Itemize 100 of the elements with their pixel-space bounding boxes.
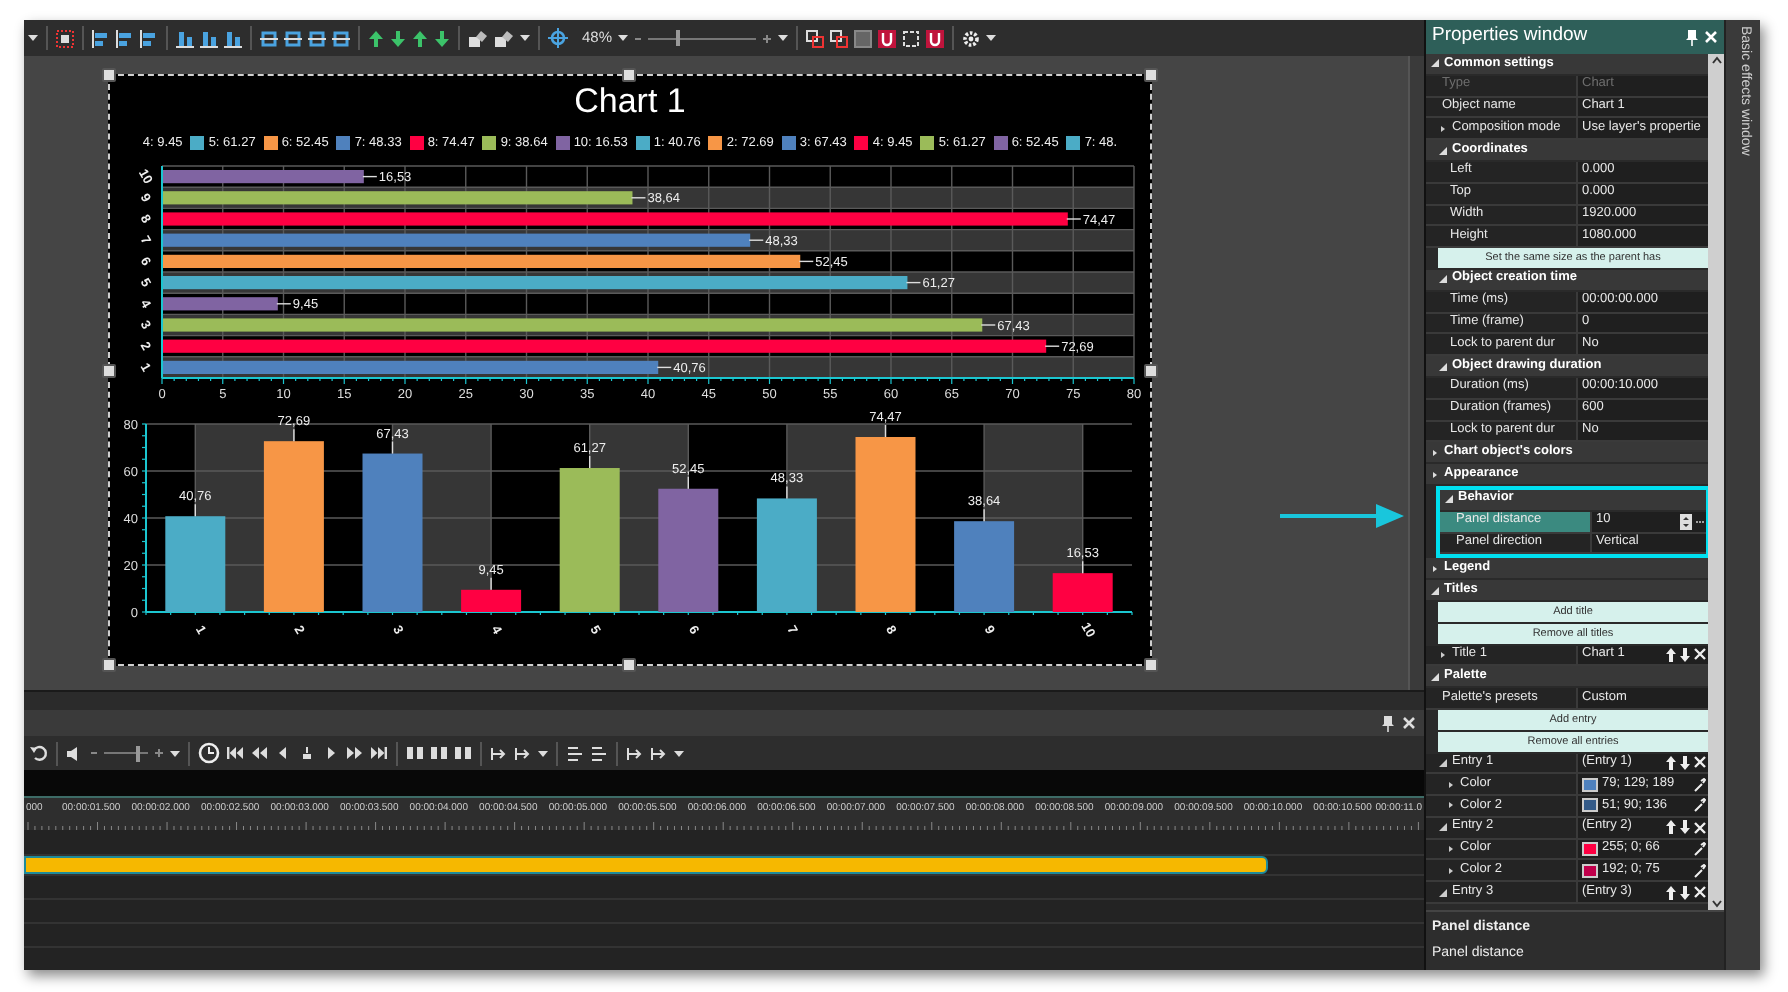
resize-handle[interactable]: [102, 68, 116, 82]
color-swatch[interactable]: [1582, 777, 1598, 792]
delete-icon[interactable]: [1694, 821, 1706, 834]
layers-icon[interactable]: [468, 29, 488, 47]
fast-forward-icon[interactable]: [346, 746, 364, 760]
arrow-down-icon[interactable]: [434, 29, 450, 47]
trim-icon[interactable]: [566, 745, 584, 761]
plus-icon[interactable]: [154, 748, 164, 758]
expand-icon[interactable]: [1446, 800, 1456, 811]
zoom-slider[interactable]: [648, 30, 757, 46]
color-swatch[interactable]: [1582, 863, 1598, 878]
expand-icon[interactable]: [1446, 779, 1456, 790]
align-icon[interactable]: [92, 29, 110, 47]
stop-icon[interactable]: [298, 746, 316, 760]
grid-icon[interactable]: [56, 29, 74, 47]
expand-icon[interactable]: [1438, 123, 1448, 134]
caret-icon[interactable]: [674, 749, 684, 757]
caret-icon[interactable]: [538, 749, 548, 757]
slider-thumb[interactable]: [135, 745, 140, 761]
delete-icon[interactable]: [1694, 648, 1706, 661]
caret-icon[interactable]: [520, 34, 530, 42]
resize-handle[interactable]: [1144, 364, 1158, 378]
magnet-icon[interactable]: [926, 29, 945, 47]
split-icon[interactable]: [454, 746, 472, 760]
align-icon[interactable]: [224, 29, 242, 47]
settings-icon[interactable]: [962, 29, 981, 47]
marker-icon[interactable]: [650, 745, 668, 761]
resize-handle[interactable]: [622, 68, 636, 82]
resize-handle[interactable]: [102, 658, 116, 672]
expand-icon[interactable]: [1430, 563, 1440, 574]
spinner-icon[interactable]: [1680, 513, 1692, 530]
trim-icon[interactable]: [590, 745, 608, 761]
frame-icon[interactable]: [902, 29, 921, 47]
expand-icon[interactable]: [1444, 494, 1454, 505]
minus-icon[interactable]: [634, 35, 643, 41]
move-up-icon[interactable]: [1666, 755, 1676, 770]
magnet-icon[interactable]: [878, 29, 897, 47]
scrollbar[interactable]: [1408, 56, 1424, 690]
expand-icon[interactable]: [1446, 865, 1456, 876]
pin-icon[interactable]: [1382, 715, 1394, 731]
move-down-icon[interactable]: [1680, 885, 1690, 900]
caret-icon[interactable]: [170, 749, 180, 757]
distribute-icon[interactable]: [260, 29, 278, 47]
scroll-down-icon[interactable]: [1711, 900, 1721, 908]
expand-icon[interactable]: [1430, 585, 1440, 596]
timeline-clip[interactable]: [24, 856, 1268, 874]
eyedropper-icon[interactable]: [1694, 777, 1706, 792]
distribute-icon[interactable]: [308, 29, 326, 47]
caret-icon[interactable]: [618, 34, 629, 42]
expand-icon[interactable]: [1438, 361, 1448, 372]
eyedropper-icon[interactable]: [1694, 863, 1706, 878]
rewind-icon[interactable]: [250, 746, 268, 760]
move-down-icon[interactable]: [1680, 755, 1690, 770]
expand-icon[interactable]: [1438, 887, 1448, 898]
delete-icon[interactable]: [1694, 886, 1706, 899]
distribute-icon[interactable]: [284, 29, 302, 47]
color-swatch[interactable]: [1582, 842, 1598, 857]
scroll-up-icon[interactable]: [1711, 56, 1721, 64]
expand-icon[interactable]: [1446, 844, 1456, 855]
clock-icon[interactable]: [198, 742, 220, 764]
delete-icon[interactable]: [1694, 756, 1706, 769]
pin-icon[interactable]: [1686, 29, 1698, 45]
expand-icon[interactable]: [1430, 447, 1440, 458]
move-up-icon[interactable]: [1666, 647, 1676, 662]
align-icon[interactable]: [140, 29, 158, 47]
move-up-icon[interactable]: [1666, 885, 1676, 900]
expand-icon[interactable]: [1438, 649, 1448, 660]
layers-icon[interactable]: [494, 29, 514, 47]
plus-icon[interactable]: [762, 33, 773, 43]
expand-icon[interactable]: [1438, 145, 1448, 156]
resize-handle[interactable]: [622, 658, 636, 672]
expand-icon[interactable]: [1438, 757, 1448, 768]
caret-icon[interactable]: [28, 34, 38, 42]
caret-icon[interactable]: [778, 34, 789, 42]
skip-forward-icon[interactable]: [370, 746, 388, 760]
expand-icon[interactable]: [1438, 274, 1448, 285]
square-icon[interactable]: [854, 29, 873, 47]
close-icon[interactable]: [1402, 716, 1416, 730]
skip-back-icon[interactable]: [226, 746, 244, 760]
volume-slider[interactable]: [104, 745, 148, 761]
split-icon[interactable]: [430, 746, 448, 760]
eyedropper-icon[interactable]: [1694, 842, 1706, 857]
resize-handle[interactable]: [1144, 68, 1158, 82]
move-down-icon[interactable]: [1680, 820, 1690, 835]
align-icon[interactable]: [200, 29, 218, 47]
step-back-icon[interactable]: [274, 746, 292, 760]
play-icon[interactable]: [322, 746, 340, 760]
marker-icon[interactable]: [514, 745, 532, 761]
selection-frame[interactable]: [108, 74, 1152, 666]
arrow-up-icon[interactable]: [412, 29, 428, 47]
scrollbar[interactable]: [1708, 54, 1724, 910]
align-icon[interactable]: [176, 29, 194, 47]
color-swatch[interactable]: [1582, 798, 1598, 813]
expand-icon[interactable]: [1430, 671, 1440, 682]
eyedropper-icon[interactable]: [1694, 798, 1706, 813]
expand-icon[interactable]: [1430, 469, 1440, 480]
resize-handle[interactable]: [1144, 658, 1158, 672]
align-icon[interactable]: [116, 29, 134, 47]
resize-handle[interactable]: [102, 364, 116, 378]
expand-icon[interactable]: [1438, 822, 1448, 833]
